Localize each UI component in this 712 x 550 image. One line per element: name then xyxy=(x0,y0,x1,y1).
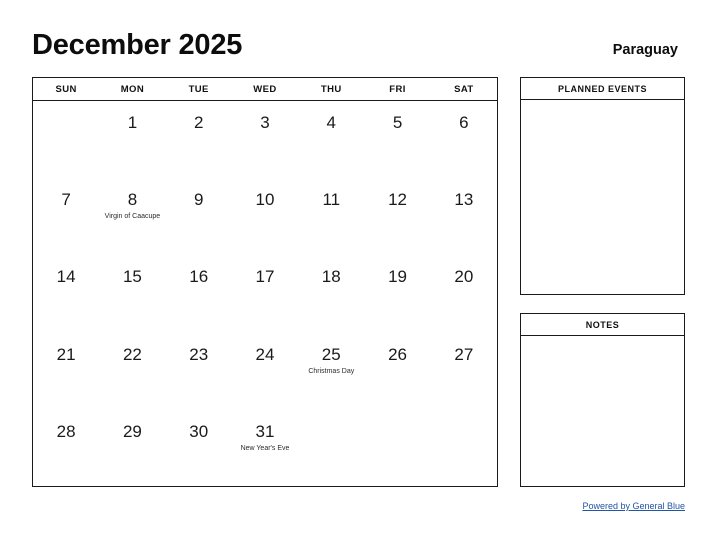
day-cell[interactable]: 29 xyxy=(99,410,165,487)
day-number: 24 xyxy=(255,344,275,364)
day-number: 12 xyxy=(388,190,407,210)
day-cell-empty xyxy=(298,410,364,487)
day-number: 3 xyxy=(260,113,270,132)
page-header: December 2025 Paraguay xyxy=(32,28,680,68)
calendar-week-row: 28 29 30 31 New Year's Eve xyxy=(33,410,497,487)
country-label: Paraguay xyxy=(612,42,678,58)
weekday-header-sun: SUN xyxy=(55,83,77,95)
day-number: 2 xyxy=(193,113,204,132)
day-cell[interactable]: 24 xyxy=(232,333,298,410)
day-cell[interactable]: 18 xyxy=(298,255,364,332)
day-number: 1 xyxy=(127,113,138,132)
day-number: 13 xyxy=(454,190,474,210)
day-cell[interactable]: 27 xyxy=(431,333,497,410)
day-cell[interactable]: 15 xyxy=(99,255,165,332)
day-cell[interactable]: 26 xyxy=(364,333,430,410)
day-number: 18 xyxy=(321,267,341,287)
day-cell[interactable]: 17 xyxy=(232,255,298,332)
day-number: 25 xyxy=(321,344,341,364)
day-cell[interactable]: 21 xyxy=(33,333,99,410)
day-cell[interactable]: 11 xyxy=(298,178,364,255)
day-cell[interactable]: 28 xyxy=(33,410,99,487)
day-cell[interactable]: 4 xyxy=(298,101,364,178)
day-cell[interactable]: 22 xyxy=(99,333,165,410)
day-number: 28 xyxy=(56,421,76,441)
notes-title: NOTES xyxy=(521,314,684,336)
page-title: December 2025 xyxy=(32,29,243,61)
day-number: 4 xyxy=(326,113,336,132)
day-cell[interactable]: 2 xyxy=(166,101,232,178)
calendar-weeks: 1 2 3 4 5 6 7 8 Virgin of Caacupe 9 10 11 12 13 14 15 16… xyxy=(33,101,497,487)
day-cell[interactable]: 3 xyxy=(232,101,298,178)
weekday-header-tue: TUE xyxy=(188,83,209,95)
powered-by-link[interactable]: Powered by General Blue xyxy=(582,501,685,511)
calendar-week-row: 14 15 16 17 18 19 20 xyxy=(33,255,497,332)
day-holiday-label: Virgin of Caacupe xyxy=(104,213,161,221)
day-number: 10 xyxy=(255,190,275,210)
day-cell[interactable]: 20 xyxy=(431,255,497,332)
day-number: 14 xyxy=(56,267,76,287)
day-number: 20 xyxy=(454,267,474,287)
day-cell-empty xyxy=(431,410,497,487)
day-number: 30 xyxy=(189,421,209,441)
day-cell[interactable]: 25 Christmas Day xyxy=(298,333,364,410)
weekday-header-fri: FRI xyxy=(389,83,406,95)
planned-events-panel: PLANNED EVENTS xyxy=(520,77,685,295)
day-cell[interactable]: 7 xyxy=(33,178,99,255)
day-cell[interactable]: 14 xyxy=(33,255,99,332)
day-cell[interactable]: 16 xyxy=(166,255,232,332)
calendar-grid: SUN MON TUE WED THU FRI SAT 1 2 3 4 5 6 7 8 Virgin of … xyxy=(32,77,498,487)
day-cell[interactable]: 31 New Year's Eve xyxy=(232,410,298,487)
day-cell[interactable]: 19 xyxy=(364,255,430,332)
weekday-header-mon: MON xyxy=(120,83,145,95)
day-number: 8 xyxy=(127,190,138,210)
day-number: 16 xyxy=(189,267,209,287)
day-cell[interactable]: 8 Virgin of Caacupe xyxy=(99,178,165,255)
planned-events-body[interactable] xyxy=(521,100,684,294)
day-number: 31 xyxy=(255,421,275,441)
day-cell[interactable]: 30 xyxy=(166,410,232,487)
day-number: 22 xyxy=(122,344,142,364)
day-cell[interactable]: 12 xyxy=(364,178,430,255)
notes-panel: NOTES xyxy=(520,313,685,487)
day-number: 19 xyxy=(388,267,407,287)
day-number: 5 xyxy=(392,113,403,132)
day-cell[interactable]: 13 xyxy=(431,178,497,255)
calendar-week-row: 1 2 3 4 5 6 xyxy=(33,101,497,178)
day-number: 17 xyxy=(255,267,275,287)
day-cell[interactable]: 5 xyxy=(364,101,430,178)
day-cell[interactable]: 10 xyxy=(232,178,298,255)
weekday-header-sat: SAT xyxy=(454,83,474,95)
day-cell[interactable]: 23 xyxy=(166,333,232,410)
day-number: 11 xyxy=(322,190,341,210)
day-number: 23 xyxy=(189,344,209,364)
day-number: 27 xyxy=(454,344,474,364)
day-holiday-label: Christmas Day xyxy=(308,367,355,375)
day-number: 29 xyxy=(122,421,142,441)
day-number: 21 xyxy=(56,344,76,364)
day-number: 6 xyxy=(459,113,469,132)
calendar-page: December 2025 Paraguay SUN MON TUE WED THU FR… xyxy=(0,0,712,550)
day-number: 7 xyxy=(61,190,71,210)
day-holiday-label: New Year's Eve xyxy=(240,444,290,452)
day-cell-empty xyxy=(33,101,99,178)
planned-events-title: PLANNED EVENTS xyxy=(521,78,684,100)
day-number: 26 xyxy=(388,344,407,364)
day-number: 9 xyxy=(193,190,204,210)
weekday-header-thu: THU xyxy=(320,83,342,95)
day-number: 15 xyxy=(122,267,142,287)
weekday-header-row: SUN MON TUE WED THU FRI SAT xyxy=(33,78,497,101)
day-cell[interactable]: 9 xyxy=(166,178,232,255)
calendar-week-row: 21 22 23 24 25 Christmas Day 26 27 xyxy=(33,333,497,410)
notes-body[interactable] xyxy=(521,336,684,486)
day-cell[interactable]: 6 xyxy=(431,101,497,178)
day-cell-empty xyxy=(364,410,430,487)
weekday-header-wed: WED xyxy=(253,83,277,95)
calendar-week-row: 7 8 Virgin of Caacupe 9 10 11 12 13 xyxy=(33,178,497,255)
footer: Powered by General Blue xyxy=(520,496,685,514)
day-cell[interactable]: 1 xyxy=(99,101,165,178)
